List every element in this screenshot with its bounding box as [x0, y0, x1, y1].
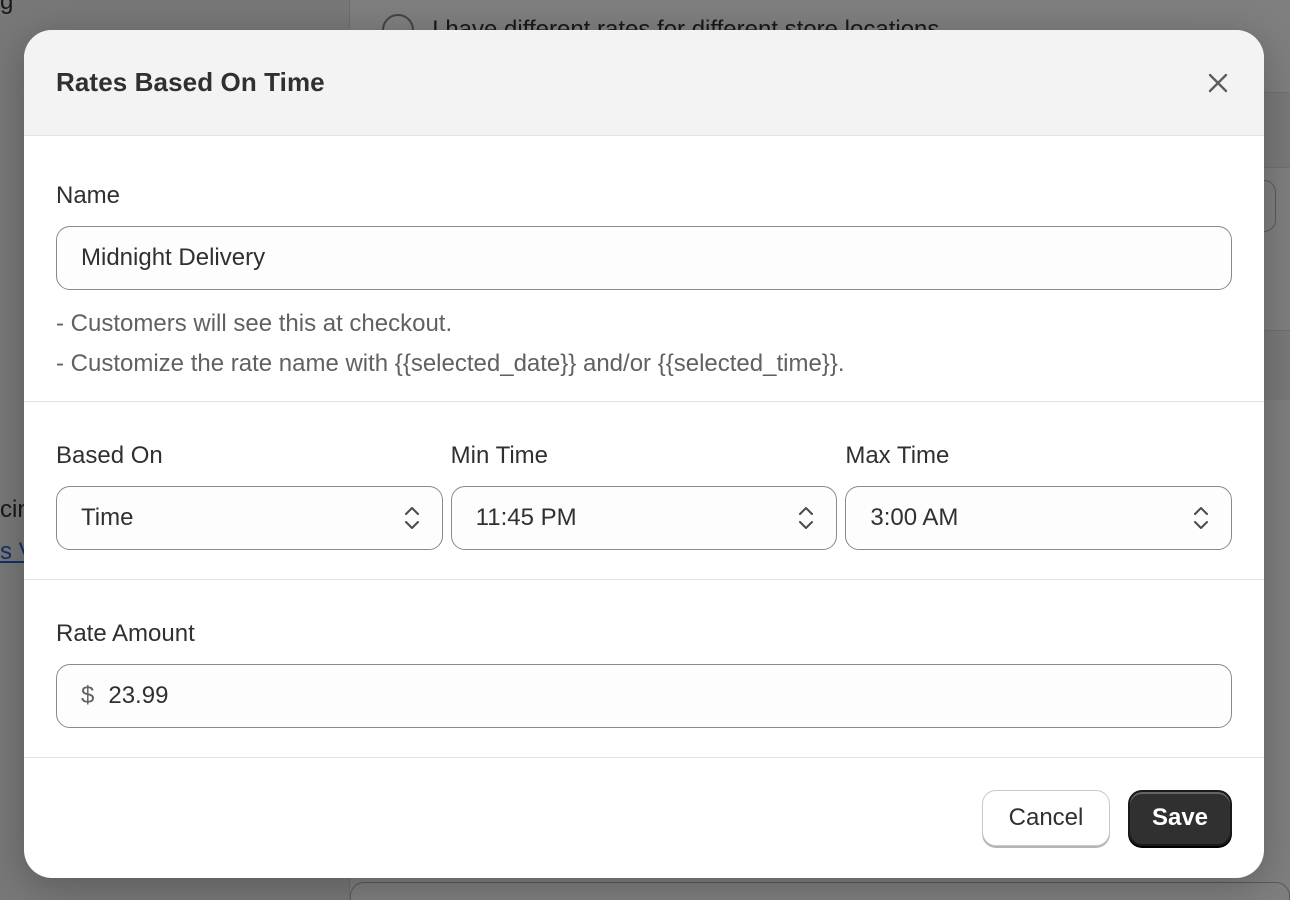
max-time-group: Max Time 3:00 AM	[845, 440, 1233, 550]
rate-amount-value: 23.99	[108, 682, 169, 709]
select-arrows-icon	[796, 503, 816, 533]
cancel-button[interactable]: Cancel	[982, 790, 1110, 846]
save-button[interactable]: Save	[1128, 790, 1232, 846]
min-time-group: Min Time 11:45 PM	[450, 440, 838, 550]
max-time-select[interactable]: 3:00 AM	[845, 486, 1233, 550]
close-button[interactable]	[1198, 63, 1238, 103]
modal-header: Rates Based On Time	[24, 30, 1264, 136]
close-icon	[1208, 73, 1228, 92]
time-section: Based On Time Min Time 11:45 PM Max Time…	[24, 402, 1264, 580]
help-line: - Customize the rate name with {{selecte…	[56, 350, 845, 377]
help-line: - Customers will see this at checkout.	[56, 310, 453, 337]
name-section: Name Midnight Delivery - Customers will …	[24, 136, 1264, 402]
based-on-label: Based On	[56, 442, 163, 469]
select-arrows-icon	[402, 503, 422, 533]
min-time-select[interactable]: 11:45 PM	[450, 486, 838, 550]
name-label: Name	[56, 182, 121, 209]
name-input[interactable]: Midnight Delivery	[56, 226, 1232, 290]
max-time-value: 3:00 AM	[870, 504, 959, 531]
rates-modal: Rates Based On Time Name Midnight Delive…	[24, 30, 1264, 878]
min-time-label: Min Time	[450, 442, 549, 469]
based-on-select[interactable]: Time	[56, 486, 443, 550]
based-on-value: Time	[81, 504, 134, 531]
currency-prefix: $	[81, 682, 95, 709]
based-on-group: Based On Time	[56, 440, 443, 550]
max-time-label: Max Time	[845, 442, 950, 469]
modal-title: Rates Based On Time	[56, 67, 325, 97]
select-arrows-icon	[1191, 503, 1211, 533]
rate-amount-input[interactable]: $ 23.99	[56, 664, 1232, 728]
rate-amount-label: Rate Amount	[56, 620, 195, 647]
name-help-text: - Customers will see this at checkout. -…	[56, 304, 1232, 384]
rate-section: Rate Amount $ 23.99	[24, 580, 1264, 758]
name-input-value: Midnight Delivery	[81, 244, 266, 271]
modal-footer: Cancel Save	[24, 758, 1264, 878]
min-time-value: 11:45 PM	[475, 504, 577, 531]
time-selects: Based On Time Min Time 11:45 PM Max Time…	[56, 440, 1233, 550]
